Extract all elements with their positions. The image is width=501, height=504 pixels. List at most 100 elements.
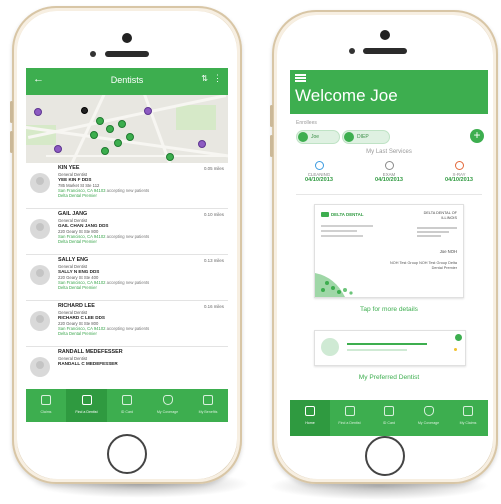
front-camera <box>380 30 390 40</box>
map-marker[interactable] <box>34 108 42 116</box>
menu-icon[interactable] <box>295 74 306 82</box>
practice-name: RANDALL C MEDEFESSER <box>58 361 118 367</box>
avatar <box>298 132 308 142</box>
accepting-status: accepting new patients <box>106 234 150 239</box>
map-marker[interactable] <box>96 117 104 125</box>
more-options-icon[interactable]: ⋮ <box>213 73 222 84</box>
accepting-status: accepting new patients <box>106 188 150 193</box>
tab-id-card[interactable]: ID Card <box>369 400 409 436</box>
avatar <box>321 338 339 356</box>
list-item[interactable]: RICHARD LEE General Dentist RICHARD C LE… <box>26 301 228 347</box>
map-marker[interactable] <box>118 120 126 128</box>
distance: 0.13 miles <box>203 258 224 263</box>
map-marker[interactable] <box>114 139 122 147</box>
map-view[interactable] <box>26 95 228 163</box>
dentist-name: GAIL JANG <box>58 211 88 217</box>
volume-button <box>10 101 13 123</box>
dentist-list: KIN YEE General Dentist YEE KIN F DDS 78… <box>26 163 228 389</box>
tab-find-a-dentist[interactable]: Find a Dentist <box>330 400 369 436</box>
delta-logo-icon <box>321 212 329 217</box>
map-marker[interactable] <box>54 145 62 153</box>
avatar <box>30 357 50 377</box>
dentist-name: KIN YEE <box>58 165 80 171</box>
filter-icon[interactable]: ⇅ <box>201 74 208 83</box>
network-badge: Delta Dental Premier <box>58 285 97 291</box>
service-exam[interactable]: EXAM 04/10/2013 <box>364 161 414 183</box>
avatar <box>30 219 50 239</box>
avatar <box>344 132 354 142</box>
home-icon <box>305 406 315 416</box>
card-pattern-icon <box>315 273 353 297</box>
dentist-name: RICHARD LEE <box>58 303 95 309</box>
service-cleaning[interactable]: CLEANING 04/10/2013 <box>294 161 344 183</box>
avatar <box>30 265 50 285</box>
tab-claims[interactable]: Claims <box>26 389 66 422</box>
avatar <box>30 173 50 193</box>
left-phone: ← Dentists ⇅ ⋮ KIN YEE General Dentist Y… <box>10 6 242 484</box>
map-marker[interactable] <box>101 147 109 155</box>
distance: 0.05 miles <box>203 166 224 171</box>
accepting-status: accepting new patients <box>106 326 150 331</box>
cleaning-icon <box>314 161 324 170</box>
sensor <box>349 48 355 54</box>
earpiece-speaker <box>105 51 149 57</box>
shield-icon <box>423 406 434 416</box>
preferred-dentist-link[interactable]: My Preferred Dentist <box>290 374 488 381</box>
list-item[interactable]: RANDALL MEDEFESSER General Dentist RANDA… <box>26 347 228 392</box>
network-badge: Delta Dental Premier <box>58 193 97 199</box>
map-marker[interactable] <box>166 153 174 161</box>
card-brand: DELTA DENTAL <box>331 212 364 217</box>
tab-my-coverage[interactable]: My Coverage <box>409 400 448 436</box>
earpiece-speaker <box>363 48 407 54</box>
map-marker[interactable] <box>144 107 152 115</box>
tab-my-claims[interactable]: My Claims <box>448 400 488 436</box>
list-item[interactable]: GAIL JANG General Dentist GAIL CHAN JANG… <box>26 209 228 255</box>
current-location-marker <box>81 107 88 114</box>
bottom-tab-bar: Claims Find a Dentist ID Card My Coverag… <box>26 389 228 422</box>
card-member-name: Joe NOH <box>439 249 457 254</box>
tab-home[interactable]: Home <box>290 400 330 436</box>
home-button[interactable] <box>107 434 147 474</box>
map-marker[interactable] <box>90 131 98 139</box>
tooth-icon <box>344 406 355 416</box>
x-ray-icon <box>454 161 464 170</box>
star-icon <box>454 348 457 351</box>
close-icon[interactable] <box>455 334 462 341</box>
service-x-ray[interactable]: X-RAY 04/10/2013 <box>434 161 484 183</box>
claims-icon <box>463 406 473 416</box>
list-item[interactable]: KIN YEE General Dentist YEE KIN F DDS 78… <box>26 163 228 209</box>
shield-icon <box>162 395 173 405</box>
id-card-icon <box>122 395 132 405</box>
right-phone: Welcome Joe Enrollees Joe DIEP + My Last… <box>270 10 498 484</box>
welcome-header: Welcome Joe <box>290 70 488 114</box>
map-marker[interactable] <box>126 133 134 141</box>
preferred-dentist-card[interactable] <box>314 330 466 366</box>
map-marker[interactable] <box>198 140 206 148</box>
tap-for-details-link[interactable]: Tap for more details <box>290 306 488 313</box>
volume-button <box>10 131 13 153</box>
distance: 0.16 miles <box>203 304 224 309</box>
volume-button <box>270 135 273 157</box>
tab-my-coverage[interactable]: My Coverage <box>147 389 188 422</box>
last-services-title: My Last Services <box>366 149 412 155</box>
home-button[interactable] <box>365 436 405 476</box>
tooth-icon <box>81 395 92 405</box>
tab-id-card[interactable]: ID Card <box>107 389 147 422</box>
app-bar: ← Dentists ⇅ ⋮ <box>26 68 228 95</box>
network-badge: Delta Dental Premier <box>58 331 97 337</box>
map-marker[interactable] <box>106 125 114 133</box>
id-card[interactable]: DELTA DENTAL DELTA DENTAL OF ILLINOIS Jo… <box>314 204 464 298</box>
tab-find-a-dentist[interactable]: Find a Dentist <box>66 389 107 422</box>
list-item[interactable]: SALLY ENG General Dentist SALLY N ENG DD… <box>26 255 228 301</box>
tab-my-benefits[interactable]: My Benefits <box>188 389 228 422</box>
enrollees-label: Enrollees <box>296 120 317 126</box>
accepting-status: accepting new patients <box>106 280 150 285</box>
add-enrollee-button[interactable]: + <box>470 129 484 143</box>
network-badge: Delta Dental Premier <box>58 239 97 245</box>
welcome-title: Welcome Joe <box>295 86 398 105</box>
enrollee-pill-diep[interactable]: DIEP <box>342 130 390 144</box>
exam-icon <box>384 161 394 170</box>
right-screen: Welcome Joe Enrollees Joe DIEP + My Last… <box>290 70 488 436</box>
enrollee-pill-joe[interactable]: Joe <box>296 130 340 144</box>
card-issuer: DELTA DENTAL OF ILLINOIS <box>423 211 457 220</box>
